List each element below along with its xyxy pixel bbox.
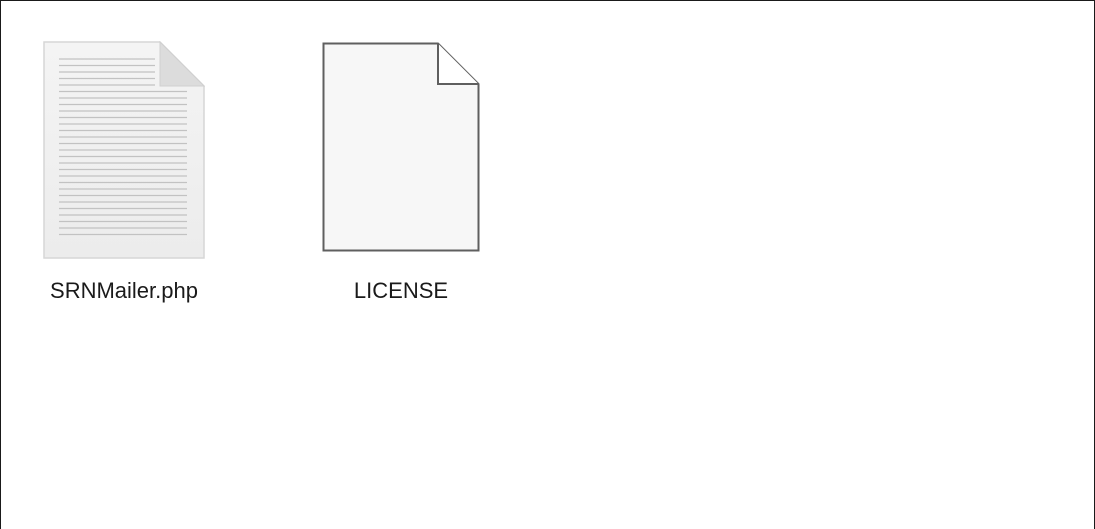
file-name-label: SRNMailer.php — [50, 278, 198, 303]
file-name-label: LICENSE — [353, 278, 449, 303]
file-item-srnmailer-php[interactable]: SRNMailer.php — [19, 37, 229, 315]
blank-document-icon — [322, 42, 480, 252]
text-document-icon — [43, 41, 205, 259]
file-explorer-content-pane: SRNMailer.php LICENSE — [0, 0, 1095, 529]
file-item-license[interactable]: LICENSE — [301, 37, 501, 315]
